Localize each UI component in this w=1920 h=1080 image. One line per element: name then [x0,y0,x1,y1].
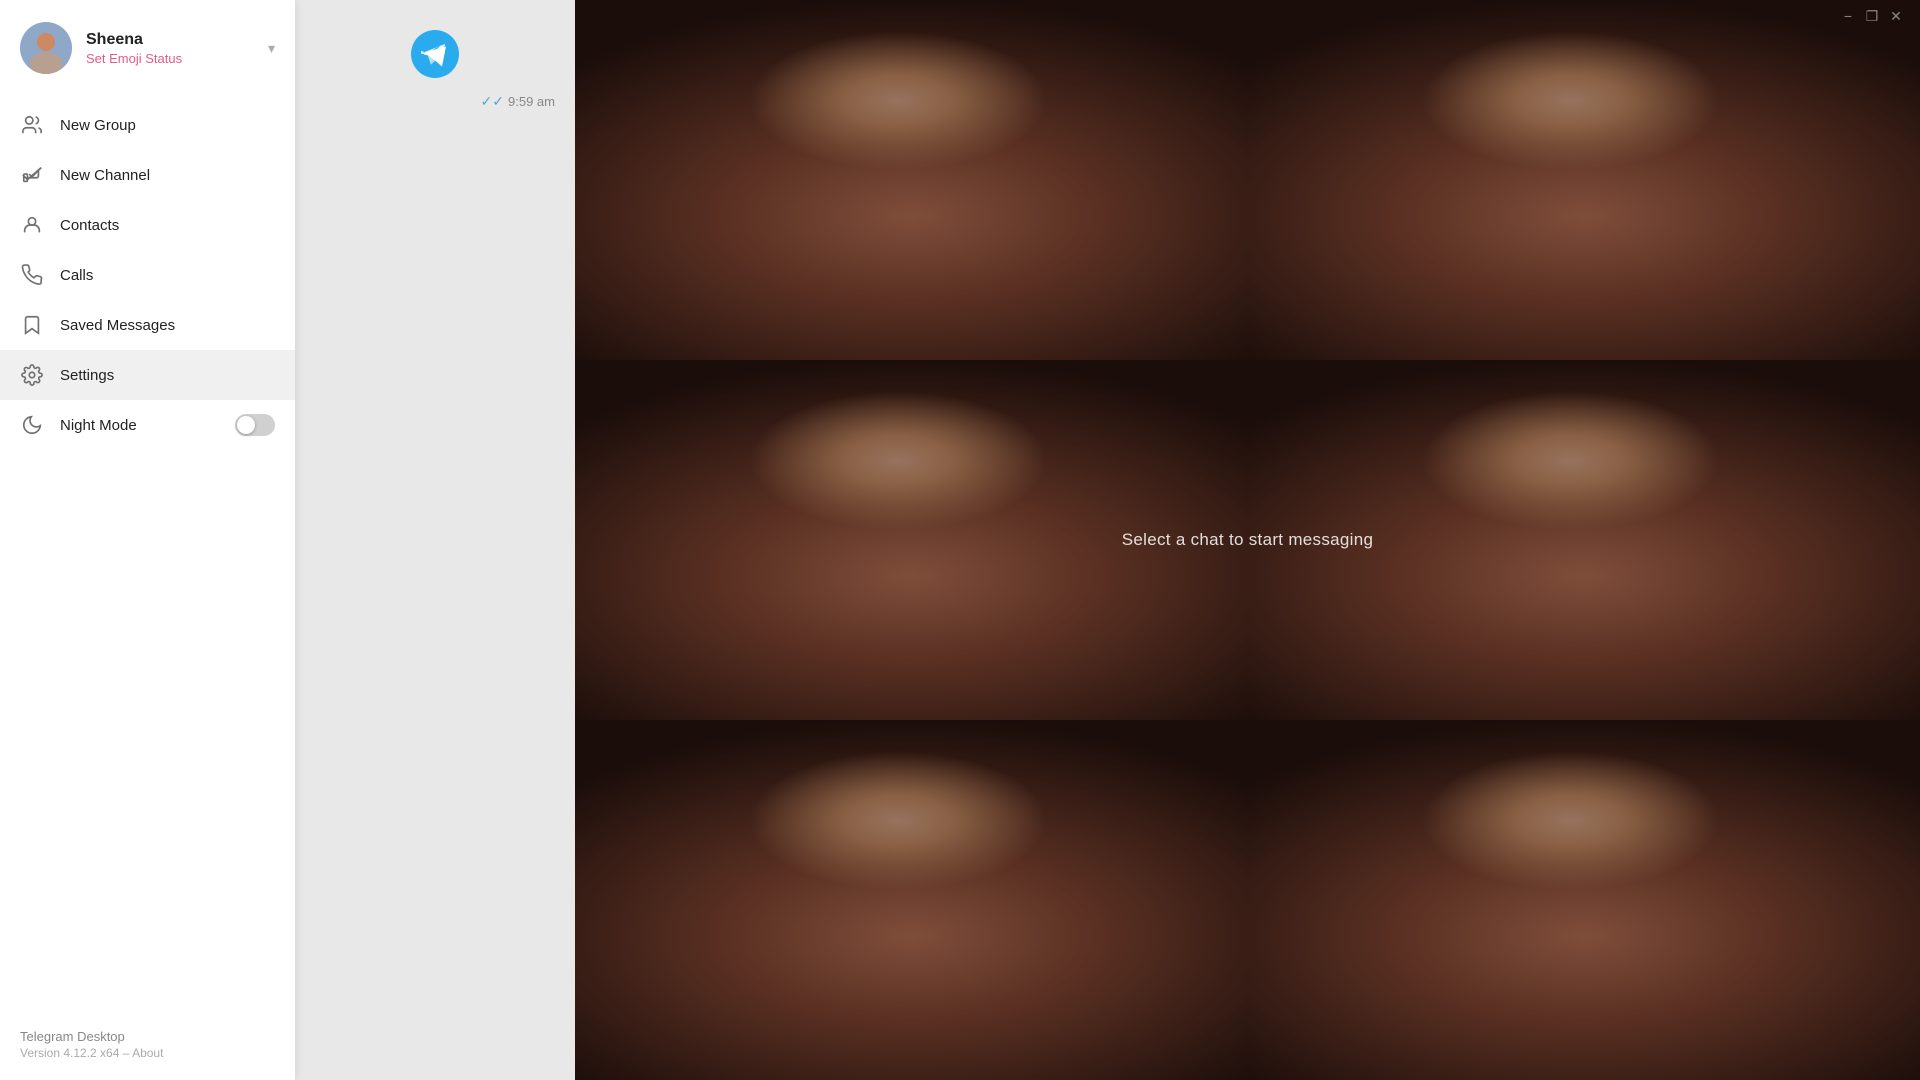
minimize-button[interactable]: − [1840,8,1856,24]
message-time-area: ✓✓ 9:59 am [481,92,555,110]
channel-icon [20,163,44,187]
person-icon [20,213,44,237]
sidebar-item-new-group[interactable]: New Group [0,100,295,150]
profile-name: Sheena [86,31,254,49]
gear-icon [20,363,44,387]
main-panel: Select a chat to start messaging [575,0,1920,1080]
calls-label: Calls [60,267,275,284]
close-button[interactable]: ✕ [1888,8,1904,24]
sidebar-item-new-channel[interactable]: New Channel [0,150,295,200]
sidebar-item-saved-messages[interactable]: Saved Messages [0,300,295,350]
contacts-label: Contacts [60,217,275,234]
chevron-down-icon: ▾ [268,40,275,57]
sidebar-item-night-mode[interactable]: Night Mode [0,400,295,450]
message-time: 9:59 am [508,94,555,109]
sidebar-item-settings[interactable]: Settings [0,350,295,400]
telegram-logo [411,30,459,83]
profile-info: Sheena Set Emoji Status [86,31,254,66]
profile-status[interactable]: Set Emoji Status [86,51,254,66]
night-mode-label: Night Mode [60,417,219,434]
select-chat-message: Select a chat to start messaging [1122,530,1374,550]
people-icon [20,113,44,137]
sidebar-item-calls[interactable]: Calls [0,250,295,300]
toggle-knob [237,416,255,434]
new-group-label: New Group [60,117,275,134]
sidebar-item-contacts[interactable]: Contacts [0,200,295,250]
moon-icon [20,413,44,437]
saved-messages-label: Saved Messages [60,317,275,334]
chat-list-panel: ✓✓ 9:59 am [295,0,575,1080]
window-controls: − ❐ ✕ [1840,8,1904,24]
version-text: Version 4.12.2 x64 – About [20,1046,275,1060]
bookmark-icon [20,313,44,337]
night-mode-toggle[interactable] [235,414,275,436]
settings-label: Settings [60,367,275,384]
phone-icon [20,263,44,287]
new-channel-label: New Channel [60,167,275,184]
profile-section[interactable]: Sheena Set Emoji Status ▾ [0,0,295,92]
sidebar: Sheena Set Emoji Status ▾ New Group [0,0,295,1080]
app-name: Telegram Desktop [20,1029,275,1044]
avatar [20,22,72,74]
double-check-icon: ✓✓ [481,93,504,110]
maximize-button[interactable]: ❐ [1864,8,1880,24]
menu-list: New Group New Channel Cont [0,92,295,458]
sidebar-footer: Telegram Desktop Version 4.12.2 x64 – Ab… [0,1013,295,1080]
